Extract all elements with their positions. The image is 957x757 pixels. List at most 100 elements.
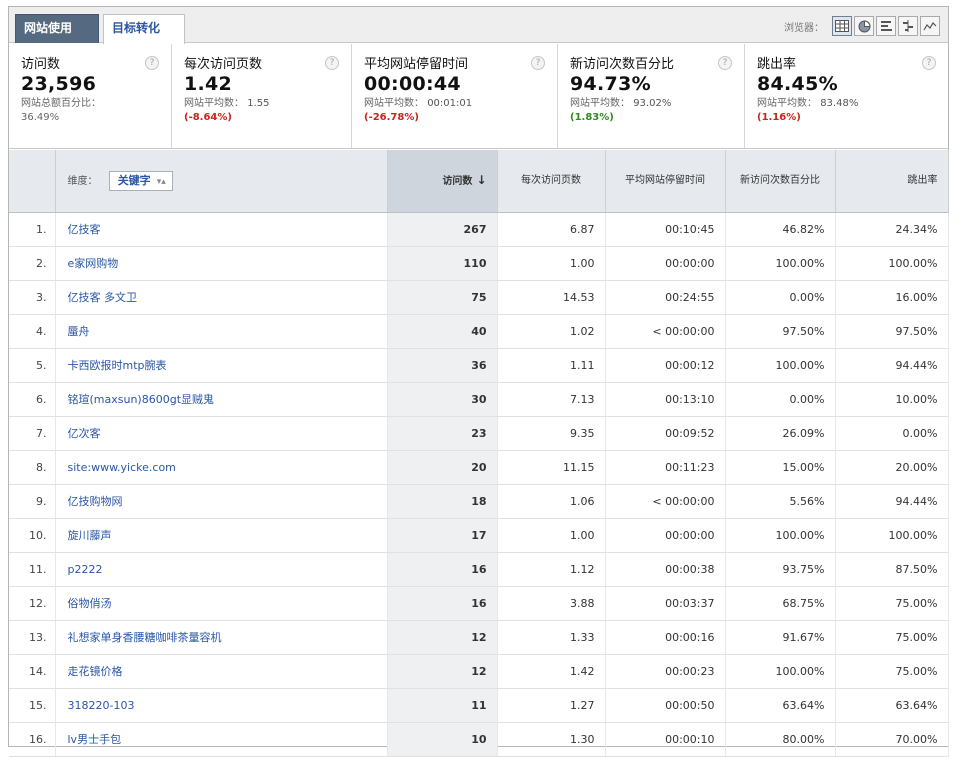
cell-avg-time: 00:24:55 — [605, 280, 726, 315]
keyword-table: 维度： 关键字 ▾▴ 访问数 ↓ 每次访问页数 平均网站停留时间 新访问次数百分比 … — [9, 150, 949, 757]
cell-new-visits: 26.09% — [725, 416, 836, 451]
cell-avg-time: 00:13:10 — [605, 382, 726, 417]
scorecard-value: 84.45% — [757, 73, 838, 95]
keyword-link[interactable]: 礼想家单身香腰糖咖啡茶量容机 — [68, 631, 222, 644]
cell-keyword: 俗物俏汤 — [55, 586, 388, 621]
keyword-link[interactable]: 旋川藤声 — [68, 529, 112, 542]
table-row: 15. 318220-103 11 1.27 00:00:50 63.64% 63.64% — [9, 688, 949, 723]
cell-pages-per-visit: 1.06 — [497, 484, 606, 519]
help-icon[interactable]: ? — [145, 56, 159, 70]
cell-bounce-rate: 70.00% — [835, 722, 949, 757]
cell-visits: 16 — [387, 552, 498, 587]
bar-view-button[interactable] — [876, 16, 896, 36]
scorecard-value: 1.42 — [184, 73, 233, 95]
cell-new-visits: 97.50% — [725, 314, 836, 349]
help-icon[interactable]: ? — [531, 56, 545, 70]
cell-keyword: 亿次客 — [55, 416, 388, 451]
row-index: 12. — [9, 586, 56, 621]
help-icon[interactable]: ? — [718, 56, 732, 70]
cell-visits: 30 — [387, 382, 498, 417]
cell-new-visits: 5.56% — [725, 484, 836, 519]
keyword-link[interactable]: 走花镜价格 — [68, 665, 123, 678]
header-bounce-rate[interactable]: 跳出率 — [835, 150, 949, 213]
row-index: 16. — [9, 722, 56, 757]
keyword-link[interactable]: 亿技客 多文卫 — [68, 291, 138, 304]
cell-keyword: 亿技购物网 — [55, 484, 388, 519]
keyword-link[interactable]: p2222 — [68, 563, 103, 576]
scorecard-sub-value: 36.49% — [21, 112, 60, 123]
cell-bounce-rate: 94.44% — [835, 484, 949, 519]
tab-goal-conversion[interactable]: 目标转化 — [103, 14, 185, 44]
cell-pages-per-visit: 7.13 — [497, 382, 606, 417]
cell-bounce-rate: 0.00% — [835, 416, 949, 451]
comparison-icon — [902, 20, 913, 32]
cell-visits: 110 — [387, 246, 498, 281]
view-mode-switcher: 浏览器： — [784, 16, 940, 36]
scorecard-title: 访问数 — [21, 57, 61, 72]
cell-keyword: 走花镜价格 — [55, 654, 388, 689]
cell-keyword: 卡西欧报时mtp腕表 — [55, 348, 388, 383]
dimension-select[interactable]: 关键字 ▾▴ — [108, 170, 173, 191]
cell-keyword: 318220-103 — [55, 688, 388, 723]
header-visits[interactable]: 访问数 ↓ — [387, 150, 498, 213]
keyword-link[interactable]: 卡西欧报时mtp腕表 — [68, 359, 167, 372]
table-view-button[interactable] — [832, 16, 852, 36]
cell-avg-time: 00:00:00 — [605, 246, 726, 281]
pie-view-button[interactable] — [854, 16, 874, 36]
comparison-view-button[interactable] — [898, 16, 918, 36]
cell-visits: 17 — [387, 518, 498, 553]
keyword-link[interactable]: 318220-103 — [68, 699, 135, 712]
cell-pages-per-visit: 9.35 — [497, 416, 606, 451]
cell-bounce-rate: 100.00% — [835, 518, 949, 553]
cell-avg-time: 00:10:45 — [605, 212, 726, 247]
scorecard-site-average: 93.02% — [633, 98, 672, 109]
cell-keyword: site:www.yicke.com — [55, 450, 388, 485]
table-row: 5. 卡西欧报时mtp腕表 36 1.11 00:00:12 100.00% 94.44% — [9, 348, 949, 383]
help-icon[interactable]: ? — [922, 56, 936, 70]
cell-visits: 20 — [387, 450, 498, 485]
keyword-link[interactable]: 俗物俏汤 — [68, 597, 112, 610]
keyword-link[interactable]: e家网购物 — [68, 257, 119, 270]
keyword-link[interactable]: 蜃舟 — [68, 325, 90, 338]
scorecard-title: 新访问次数百分比 — [570, 57, 675, 72]
scorecard-delta: (1.83%) — [570, 112, 614, 123]
keyword-link[interactable]: site:www.yicke.com — [68, 461, 176, 474]
view-mode-label: 浏览器： — [784, 22, 824, 34]
cell-new-visits: 91.67% — [725, 620, 836, 655]
trend-view-button[interactable] — [920, 16, 940, 36]
cell-new-visits: 100.00% — [725, 654, 836, 689]
scorecard-subtext: 网站总额百分比： 36.49% — [21, 97, 163, 125]
keyword-link[interactable]: 亿技客 — [68, 223, 101, 236]
cell-bounce-rate: 100.00% — [835, 246, 949, 281]
scorecard-new-visits: 新访问次数百分比 94.73% 网站平均数： 93.02% (1.83%) ? — [558, 44, 745, 148]
table-row: 11. p2222 16 1.12 00:00:38 93.75% 87.50% — [9, 552, 949, 587]
scorecards: 访问数 23,596 网站总额百分比： 36.49% ? 每次访问页数 1.42… — [9, 44, 948, 149]
dimension-select-value: 关键字 — [117, 173, 151, 187]
cell-bounce-rate: 75.00% — [835, 620, 949, 655]
cell-bounce-rate: 16.00% — [835, 280, 949, 315]
cell-keyword: 礼想家单身香腰糖咖啡茶量容机 — [55, 620, 388, 655]
cell-new-visits: 100.00% — [725, 518, 836, 553]
cell-pages-per-visit: 1.27 — [497, 688, 606, 723]
scorecard-sub-label: 网站总额百分比： — [21, 98, 101, 109]
header-pages-per-visit[interactable]: 每次访问页数 — [497, 150, 606, 213]
table-row: 2. e家网购物 110 1.00 00:00:00 100.00% 100.00% — [9, 246, 949, 281]
row-index: 8. — [9, 450, 56, 485]
cell-visits: 75 — [387, 280, 498, 315]
scorecard-site-average: 00:01:01 — [427, 98, 473, 109]
header-avg-time[interactable]: 平均网站停留时间 — [605, 150, 726, 213]
tab-site-usage[interactable]: 网站使用 — [15, 14, 99, 43]
scorecard-value: 00:00:44 — [364, 73, 461, 95]
keyword-link[interactable]: 亿次客 — [68, 427, 101, 440]
scorecard-bounce-rate: 跳出率 84.45% 网站平均数： 83.48% (1.16%) ? — [745, 44, 948, 148]
help-icon[interactable]: ? — [325, 56, 339, 70]
header-new-visits[interactable]: 新访问次数百分比 — [725, 150, 836, 213]
cell-avg-time: 00:00:38 — [605, 552, 726, 587]
scorecard-title: 每次访问页数 — [184, 57, 263, 72]
keyword-link[interactable]: 铭瑄(maxsun)8600gt显贼鬼 — [68, 393, 215, 406]
keyword-link[interactable]: 亿技购物网 — [68, 495, 123, 508]
cell-keyword: 铭瑄(maxsun)8600gt显贼鬼 — [55, 382, 388, 417]
scorecard-sub-label: 网站平均数： — [570, 98, 630, 109]
cell-avg-time: 00:09:52 — [605, 416, 726, 451]
keyword-link[interactable]: lv男士手包 — [68, 733, 122, 746]
